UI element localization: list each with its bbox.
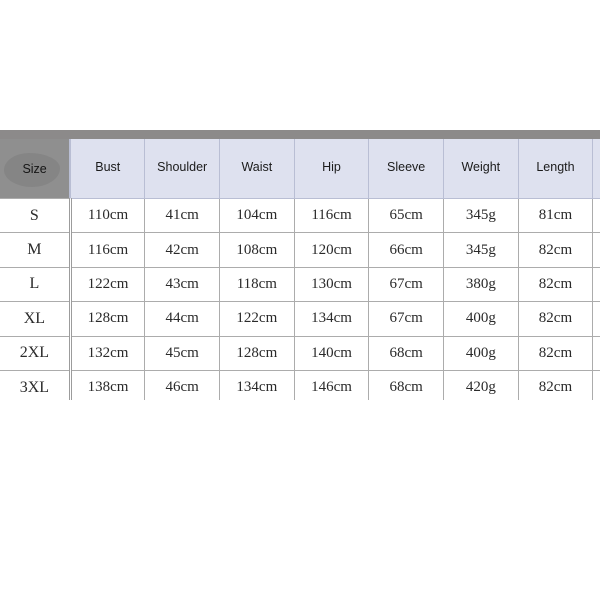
column-header-hem-width: Hem Width xyxy=(592,134,600,199)
cell-weight: 420g xyxy=(442,369,519,400)
cell-hem-width: 152cm xyxy=(592,335,600,371)
column-header-sleeve: Sleeve xyxy=(368,134,444,199)
column-header-size-label: Size xyxy=(22,161,47,176)
cell-hip: 116cm xyxy=(293,197,370,234)
cell-length: 82cm xyxy=(517,301,594,337)
column-header-weight: Weight xyxy=(442,134,519,199)
cell-sleeve: 68cm xyxy=(368,369,444,400)
cell-length: 82cm xyxy=(517,369,594,400)
size-chart-table: Size Bust Shoulder Waist Hip Sleeve Weig… xyxy=(0,130,600,400)
cell-size: XL xyxy=(0,301,71,337)
table-row: M 116cm 42cm 108cm 120cm 66cm 345g 82cm … xyxy=(0,232,600,268)
cell-waist: 104cm xyxy=(219,197,295,234)
cell-size: L xyxy=(0,266,71,303)
cell-bust: 122cm xyxy=(68,266,146,303)
cell-size: 2XL xyxy=(0,335,71,371)
cell-sleeve: 67cm xyxy=(368,301,444,337)
cell-hem-width: 132cm xyxy=(592,232,600,268)
cell-shoulder: 46cm xyxy=(144,369,221,400)
cell-bust: 116cm xyxy=(68,232,146,268)
cell-bust: 138cm xyxy=(68,369,146,400)
column-header-length: Length xyxy=(517,134,594,199)
cell-length: 81cm xyxy=(517,197,594,234)
cell-size: 3XL xyxy=(0,369,71,400)
table-row: S 110cm 41cm 104cm 116cm 65cm 345g 81cm … xyxy=(0,197,600,234)
cell-hem-width: 128cm xyxy=(592,197,600,234)
cell-sleeve: 65cm xyxy=(368,197,444,234)
size-chart-viewport: Size Bust Shoulder Waist Hip Sleeve Weig… xyxy=(0,130,600,400)
cell-weight: 400g xyxy=(442,301,519,337)
cell-waist: 108cm xyxy=(219,232,295,268)
cell-shoulder: 45cm xyxy=(144,335,221,371)
cell-weight: 380g xyxy=(442,266,519,303)
cell-shoulder: 41cm xyxy=(144,197,221,234)
cell-hip: 130cm xyxy=(293,266,370,303)
cell-sleeve: 67cm xyxy=(368,266,444,303)
cell-waist: 134cm xyxy=(219,369,295,400)
cell-shoulder: 42cm xyxy=(144,232,221,268)
column-header-hip: Hip xyxy=(293,134,370,199)
cell-shoulder: 43cm xyxy=(144,266,221,303)
cell-sleeve: 68cm xyxy=(368,335,444,371)
cell-shoulder: 44cm xyxy=(144,301,221,337)
column-header-waist: Waist xyxy=(219,134,295,199)
table-row: 3XL 138cm 46cm 134cm 146cm 68cm 420g 82c… xyxy=(0,369,600,400)
table-header: Size Bust Shoulder Waist Hip Sleeve Weig… xyxy=(0,130,600,199)
column-header-size: Size xyxy=(0,130,71,199)
cell-weight: 345g xyxy=(442,232,519,268)
table-row: XL 128cm 44cm 122cm 134cm 67cm 400g 82cm… xyxy=(0,301,600,337)
header-row: Size Bust Shoulder Waist Hip Sleeve Weig… xyxy=(0,130,600,199)
cell-length: 82cm xyxy=(517,232,594,268)
cell-sleeve: 66cm xyxy=(368,232,444,268)
cell-hem-width: 142cm xyxy=(592,266,600,303)
cell-hip: 134cm xyxy=(293,301,370,337)
table-row: 2XL 132cm 45cm 128cm 140cm 68cm 400g 82c… xyxy=(0,335,600,371)
cell-bust: 128cm xyxy=(68,301,146,337)
cell-bust: 110cm xyxy=(68,197,146,234)
cell-hip: 146cm xyxy=(293,369,370,400)
cell-waist: 118cm xyxy=(219,266,295,303)
cell-weight: 345g xyxy=(442,197,519,234)
cell-length: 82cm xyxy=(517,335,594,371)
cell-hip: 140cm xyxy=(293,335,370,371)
cell-size: M xyxy=(0,232,71,268)
cell-hem-width: 158cm xyxy=(592,369,600,400)
cell-waist: 122cm xyxy=(219,301,295,337)
cell-hip: 120cm xyxy=(293,232,370,268)
cell-length: 82cm xyxy=(517,266,594,303)
cell-size: S xyxy=(0,197,71,234)
cell-weight: 400g xyxy=(442,335,519,371)
cell-bust: 132cm xyxy=(68,335,146,371)
column-header-bust: Bust xyxy=(69,134,146,199)
table-body: S 110cm 41cm 104cm 116cm 65cm 345g 81cm … xyxy=(0,197,600,400)
cell-hem-width: 146cm xyxy=(592,301,600,337)
column-header-shoulder: Shoulder xyxy=(144,134,221,199)
table-row: L 122cm 43cm 118cm 130cm 67cm 380g 82cm … xyxy=(0,266,600,303)
cell-waist: 128cm xyxy=(219,335,295,371)
